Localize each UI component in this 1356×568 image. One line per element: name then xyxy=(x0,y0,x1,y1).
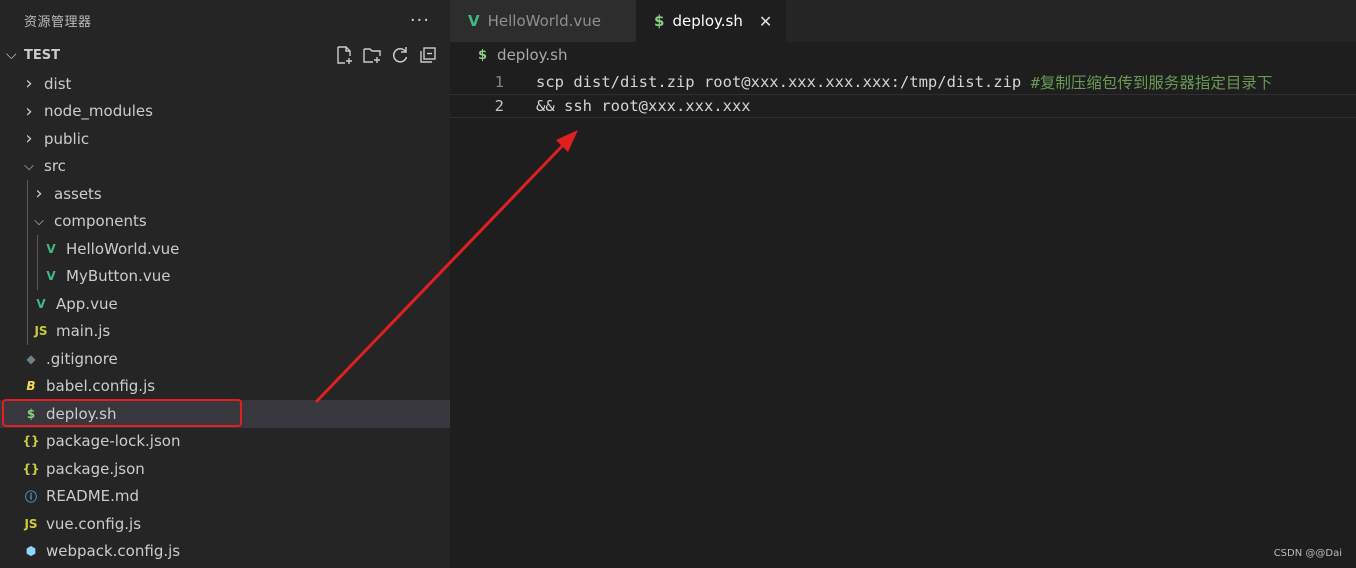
tree-item-label: webpack.config.js xyxy=(46,542,181,561)
tree-item-public[interactable]: › public xyxy=(0,125,450,153)
indent-guide xyxy=(27,180,28,208)
tree-item-label: main.js xyxy=(56,322,111,341)
tree-item-label: dist xyxy=(44,74,72,93)
tree-item-dist[interactable]: › dist xyxy=(0,70,450,98)
indent-guide xyxy=(27,317,28,345)
workspace-section-header[interactable]: ⌵ TEST xyxy=(0,40,450,70)
annotation-highlight-box xyxy=(2,399,242,427)
chevron-right-icon[interactable]: › xyxy=(22,101,36,122)
tree-item-label: src xyxy=(44,157,66,176)
code-comment[interactable]: #复制压缩包传到服务器指定目录下 xyxy=(1031,71,1273,93)
tree-item-label: .gitignore xyxy=(46,349,118,368)
js-icon: JS xyxy=(24,516,38,531)
tree-item-label: assets xyxy=(54,184,102,203)
vue-icon: V xyxy=(468,12,480,30)
vue-icon: V xyxy=(46,241,56,256)
close-icon[interactable]: ✕ xyxy=(759,12,772,31)
json-icon: {} xyxy=(22,461,40,476)
explorer-header: 资源管理器 ··· xyxy=(0,0,450,40)
tree-item-node-modules[interactable]: › node_modules xyxy=(0,98,450,126)
new-file-icon[interactable] xyxy=(334,45,354,65)
tree-item-webpack-config-js[interactable]: ⬢ webpack.config.js xyxy=(0,538,450,566)
info-icon: ⓘ xyxy=(24,489,37,504)
code-editor[interactable]: 1 scp dist/dist.zip root@xxx.xxx.xxx.xxx… xyxy=(450,70,1356,118)
vue-icon: V xyxy=(46,269,56,284)
vscode-window: 资源管理器 ··· ⌵ TEST › dist › node_modules ›… xyxy=(0,0,1356,568)
chevron-down-icon[interactable]: ⌵ xyxy=(22,159,36,174)
webpack-icon: ⬢ xyxy=(25,544,37,559)
chevron-right-icon[interactable]: › xyxy=(22,73,36,94)
indent-guide xyxy=(27,235,28,263)
tree-item-label: babel.config.js xyxy=(46,377,156,396)
more-actions-icon[interactable]: ··· xyxy=(410,10,430,31)
shell-icon: $ xyxy=(654,12,665,30)
shell-icon: $ xyxy=(478,47,488,63)
watermark: CSDN @@Dai xyxy=(1273,548,1342,559)
indent-guide xyxy=(27,207,28,235)
tree-item-app-vue[interactable]: V App.vue xyxy=(0,290,450,318)
code-line-current[interactable]: 2 && ssh root@xxx.xxx.xxx xyxy=(450,94,1356,118)
tree-item-src[interactable]: ⌵ src xyxy=(0,153,450,181)
babel-icon: B xyxy=(26,379,36,394)
git-icon: ◆ xyxy=(26,351,36,366)
tree-item-label: MyButton.vue xyxy=(66,267,171,286)
code-text[interactable]: scp dist/dist.zip root@xxx.xxx.xxx.xxx:/… xyxy=(536,73,1031,91)
collapse-all-icon[interactable] xyxy=(418,45,438,65)
tree-item-label: public xyxy=(44,129,90,148)
tree-item-label: README.md xyxy=(46,487,140,506)
code-line[interactable]: 1 scp dist/dist.zip root@xxx.xxx.xxx.xxx… xyxy=(450,70,1356,94)
line-number: 2 xyxy=(494,97,504,115)
chevron-down-icon[interactable]: ⌵ xyxy=(32,214,46,229)
tree-item-label: package-lock.json xyxy=(46,432,181,451)
refresh-icon[interactable] xyxy=(390,45,410,65)
line-number: 1 xyxy=(494,73,504,91)
indent-guide xyxy=(27,290,28,318)
file-tree: › dist › node_modules › public ⌵ src › assets ⌵ com… xyxy=(0,70,450,565)
tree-item-label: package.json xyxy=(46,459,145,478)
chevron-right-icon[interactable]: › xyxy=(32,183,46,204)
breadcrumb-file[interactable]: deploy.sh xyxy=(497,46,567,64)
workspace-title: TEST xyxy=(24,47,60,63)
indent-guide xyxy=(27,262,28,290)
section-actions xyxy=(334,45,438,65)
explorer-title: 资源管理器 xyxy=(24,14,92,30)
editor-area: V HelloWorld.vue $ deploy.sh ✕ $ deploy.… xyxy=(450,0,1356,568)
js-icon: JS xyxy=(34,324,48,339)
tab-label: HelloWorld.vue xyxy=(487,12,601,30)
tree-item-babel-config-js[interactable]: Bbabel.config.js xyxy=(0,373,450,401)
tab-label: deploy.sh xyxy=(672,12,743,30)
tree-item-label: HelloWorld.vue xyxy=(66,239,180,258)
tree-item-label: components xyxy=(54,212,147,231)
breadcrumb[interactable]: $ deploy.sh xyxy=(450,42,1356,68)
tab-bar: V HelloWorld.vue $ deploy.sh ✕ xyxy=(450,0,1356,42)
tab-deploy-sh[interactable]: $ deploy.sh ✕ xyxy=(636,0,787,42)
tree-item-label: node_modules xyxy=(44,102,153,121)
tree-item-readme-md[interactable]: ⓘ README.md xyxy=(0,483,450,511)
json-icon: {} xyxy=(22,434,40,449)
tree-item-vue-config-js[interactable]: JS vue.config.js xyxy=(0,510,450,538)
tree-item-main-js[interactable]: JS main.js xyxy=(0,317,450,345)
vue-icon: V xyxy=(36,296,46,311)
new-folder-icon[interactable] xyxy=(362,45,382,65)
tree-item-package-json[interactable]: {} package.json xyxy=(0,455,450,483)
tab-helloworld-vue[interactable]: V HelloWorld.vue xyxy=(450,0,636,42)
tree-item-gitignore[interactable]: ◆ .gitignore xyxy=(0,345,450,373)
code-text[interactable]: && ssh root@xxx.xxx.xxx xyxy=(536,97,751,115)
tree-item-label: vue.config.js xyxy=(46,514,142,533)
chevron-right-icon[interactable]: › xyxy=(22,128,36,149)
tree-item-components[interactable]: ⌵ components xyxy=(0,207,450,235)
tree-item-helloworld-vue[interactable]: V HelloWorld.vue xyxy=(0,235,450,263)
tree-item-mybutton-vue[interactable]: V MyButton.vue xyxy=(0,262,450,290)
indent-guide xyxy=(37,262,38,290)
indent-guide xyxy=(37,235,38,263)
tree-item-label: App.vue xyxy=(56,294,118,313)
chevron-down-icon[interactable]: ⌵ xyxy=(6,47,24,63)
tree-item-package-lock-json[interactable]: {} package-lock.json xyxy=(0,428,450,456)
explorer-sidebar: 资源管理器 ··· ⌵ TEST › dist › node_modules ›… xyxy=(0,0,450,568)
tree-item-assets[interactable]: › assets xyxy=(0,180,450,208)
